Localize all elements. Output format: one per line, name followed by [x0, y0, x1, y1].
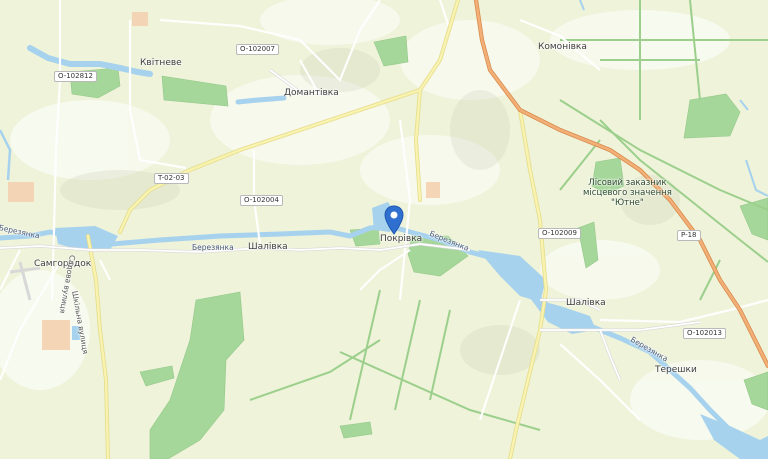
place-label-tereshky: Терешки [655, 365, 697, 375]
place-label-komonivka: Комонівка [538, 42, 587, 52]
place-label-kvitneve: Квітневе [140, 58, 182, 68]
road-shield-o102007: O-102007 [236, 44, 279, 55]
road-shield-t0203: T-02-03 [154, 173, 189, 184]
nature-reserve-label: Лісовий заказник місцевого значення "Ютн… [583, 178, 672, 208]
reserve-label-line3: "Ютне" [611, 198, 644, 208]
map-pin-icon[interactable] [384, 205, 404, 235]
place-label-shalivka-east: Шалівка [566, 298, 606, 308]
place-label-samhorodok: Самгородок [34, 259, 92, 269]
place-label-domantivka: Домантівка [284, 88, 339, 98]
water-label-berezyanka-mid: Березянка [192, 243, 234, 252]
road-shield-o102009: O-102009 [538, 228, 581, 239]
road-shield-o102013: O-102013 [683, 328, 726, 339]
reserve-label-line1: Лісовий заказник [588, 178, 667, 188]
place-label-pokrivka: Покрівка [380, 234, 423, 244]
road-shield-o102812: O-102812 [54, 71, 97, 82]
place-label-shalivka: Шалівка [248, 242, 288, 252]
road-shield-o102004: O-102004 [240, 195, 283, 206]
reserve-label-line2: місцевого значення [583, 188, 672, 198]
map-canvas[interactable]: Квітневе Домантівка Комонівка Шалівка По… [0, 0, 768, 459]
road-shield-p18: P-18 [677, 230, 701, 241]
